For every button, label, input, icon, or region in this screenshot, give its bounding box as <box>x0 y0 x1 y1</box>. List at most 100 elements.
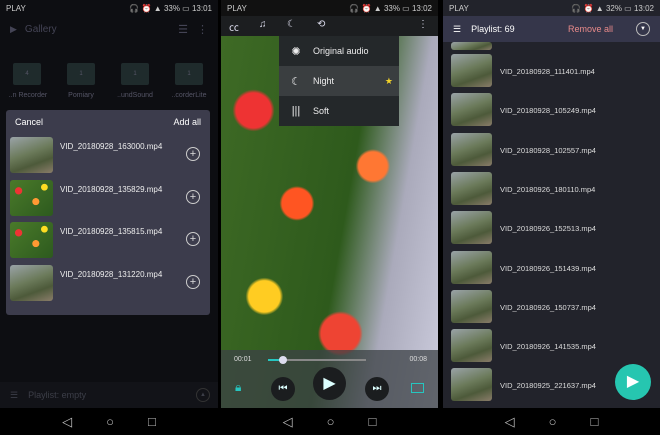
home-icon[interactable]: ○ <box>327 414 335 429</box>
add-icon[interactable]: + <box>186 275 200 289</box>
folder-label: Pomiary <box>68 92 94 99</box>
video-thumbnail <box>451 211 492 245</box>
playlist-header: ☰ Playlist: 69 Remove all ▼ <box>443 16 660 42</box>
add-icon[interactable]: + <box>186 147 200 161</box>
playlist-item[interactable]: VID_20180926_151439.mp4 <box>451 250 656 288</box>
night-mode-icon[interactable]: ☾ <box>287 19 296 30</box>
folder[interactable]: 1 <box>67 63 95 85</box>
home-icon[interactable]: ○ <box>549 414 557 429</box>
more-icon[interactable]: ⋮ <box>197 23 208 36</box>
seek-bar[interactable] <box>268 356 366 364</box>
collapse-icon[interactable]: ▼ <box>636 22 650 36</box>
app-logo-icon: ▶ <box>10 23 17 34</box>
back-icon[interactable]: ◁ <box>62 414 72 430</box>
video-thumbnail <box>451 250 492 284</box>
playlist-item[interactable]: VID_20180928_105249.mp4 <box>451 93 656 130</box>
video-thumbnail <box>451 54 492 87</box>
list-item[interactable]: VID_20180928_163000.mp4 + <box>10 137 206 175</box>
video-thumbnail <box>451 289 492 323</box>
subtitles-icon[interactable]: ㏄ <box>229 19 239 34</box>
back-icon[interactable]: ◁ <box>283 414 293 430</box>
folder-label: ..undSound <box>117 92 153 99</box>
more-icon[interactable]: ⋮ <box>418 19 428 30</box>
list-view-icon[interactable]: ☰ <box>178 23 188 36</box>
audio-mode-menu: ✺ Original audio ☾ Night ★ ||| Soft <box>279 36 399 126</box>
menu-item-soft[interactable]: ||| Soft <box>279 96 399 126</box>
add-icon[interactable]: + <box>186 190 200 204</box>
status-icons: 🎧 ⏰ ▲ <box>571 3 606 13</box>
video-name: VID_20180928_111401.mp4 <box>500 67 595 76</box>
rotate-icon[interactable]: ⟲ <box>317 19 325 30</box>
home-icon[interactable]: ○ <box>106 414 114 429</box>
back-icon[interactable]: ◁ <box>505 414 515 430</box>
page-title: Gallery <box>24 23 57 35</box>
list-item[interactable]: VID_20180928_131220.mp4 + <box>10 265 206 303</box>
folder-count: 1 <box>187 71 191 77</box>
folder[interactable]: 1 <box>175 63 203 85</box>
playlist-item[interactable]: VID_20180926_150737.mp4 <box>451 289 656 327</box>
video-name: VID_20180926_150737.mp4 <box>500 302 596 312</box>
folder-label: ..n Recorder <box>8 92 48 99</box>
seek-handle[interactable] <box>278 356 287 364</box>
expand-icon[interactable]: ▲ <box>196 388 210 402</box>
player-toolbar: ㏄ ♫ ☾ ⟲ ⋮ <box>221 16 438 36</box>
status-bar: PLAY 🎧 ⏰ ▲ 33% ▭ 13:02 <box>221 0 438 16</box>
menu-item-night[interactable]: ☾ Night ★ <box>279 66 399 96</box>
playlist-item[interactable]: VID_20180926_180110.mp4 <box>451 171 656 209</box>
playlist-item[interactable]: VID_20180926_141535.mp4 <box>451 329 656 366</box>
play-fab[interactable]: ▶ <box>615 364 651 400</box>
audio-track-icon[interactable]: ♫ <box>259 19 267 30</box>
star-icon: ★ <box>384 75 393 86</box>
list-item[interactable]: VID_20180928_135815.mp4 + <box>10 222 206 260</box>
time: 13:02 <box>633 3 654 13</box>
battery: 33% <box>163 3 180 13</box>
next-button[interactable]: ⏭ <box>365 377 389 401</box>
folder[interactable]: 4 <box>13 63 41 85</box>
folder-count: 4 <box>25 71 29 77</box>
status-icons: 🎧 ⏰ ▲ <box>129 3 164 13</box>
video-thumbnail <box>10 265 53 301</box>
menu-item-original-audio[interactable]: ✺ Original audio <box>279 36 399 66</box>
folder-count: 1 <box>133 71 137 77</box>
playlist-item[interactable]: VID_20180928_102557.mp4 <box>451 132 656 170</box>
status-icons: 🎧 ⏰ ▲ <box>349 3 384 13</box>
gallery-screen: PLAY 🎧 ⏰ ▲ 33% ▭ 13:01 ▶ Gallery ☰ ⋮ 4 1 … <box>0 0 218 435</box>
sun-icon: ✺ <box>291 45 301 58</box>
status-bar: PLAY 🎧 ⏰ ▲ 32% ▭ 13:02 <box>443 0 660 16</box>
menu-item-label: Night <box>313 76 335 86</box>
recents-icon[interactable]: □ <box>369 414 377 429</box>
add-icon[interactable]: + <box>186 232 200 246</box>
playlist-icon: ☰ <box>453 23 462 34</box>
playlist-item[interactable]: VID_20180926_152513.mp4 <box>451 211 656 248</box>
battery: 33% <box>383 3 400 13</box>
recents-icon[interactable]: □ <box>591 414 599 429</box>
status-bar: PLAY 🎧 ⏰ ▲ 33% ▭ 13:01 <box>6 3 212 13</box>
previous-button[interactable]: ⏮ <box>271 377 295 401</box>
add-videos-dialog: Cancel Add all VID_20180928_163000.mp4 + … <box>6 110 210 315</box>
carrier: PLAY <box>6 3 26 13</box>
video-thumbnail <box>451 329 492 363</box>
nav-bar: ◁ ○ □ <box>443 408 660 435</box>
lock-icon[interactable]: 🔒︎ <box>235 380 241 395</box>
video-thumbnail <box>10 137 53 173</box>
playlist-bar[interactable]: ☰ Playlist: empty ▲ <box>0 382 218 408</box>
video-thumbnail <box>10 180 53 216</box>
video-thumbnail <box>451 93 492 127</box>
moon-icon: ☾ <box>291 75 301 88</box>
folder[interactable]: 1 <box>121 63 149 85</box>
nav-bar: ◁ ○ □ <box>0 408 218 435</box>
video-name: VID_20180928_105249.mp4 <box>500 106 596 116</box>
video-name: VID_20180926_152513.mp4 <box>500 224 596 234</box>
add-all-button[interactable]: Add all <box>173 117 201 127</box>
video-thumbnail <box>451 42 492 50</box>
video-thumbnail <box>451 368 492 402</box>
list-item[interactable]: VID_20180928_135829.mp4 + <box>10 180 206 218</box>
cancel-button[interactable]: Cancel <box>15 117 43 127</box>
app-bar: ▶ Gallery ☰ ⋮ <box>0 16 218 42</box>
play-button[interactable]: ▶ <box>313 367 346 400</box>
recents-icon[interactable]: □ <box>148 414 156 429</box>
soundwave-icon: ||| <box>291 105 301 117</box>
aspect-ratio-icon[interactable] <box>411 383 424 393</box>
remove-all-button[interactable]: Remove all <box>568 24 613 34</box>
playlist-item[interactable]: VID_20180928_111401.mp4 <box>451 54 656 91</box>
